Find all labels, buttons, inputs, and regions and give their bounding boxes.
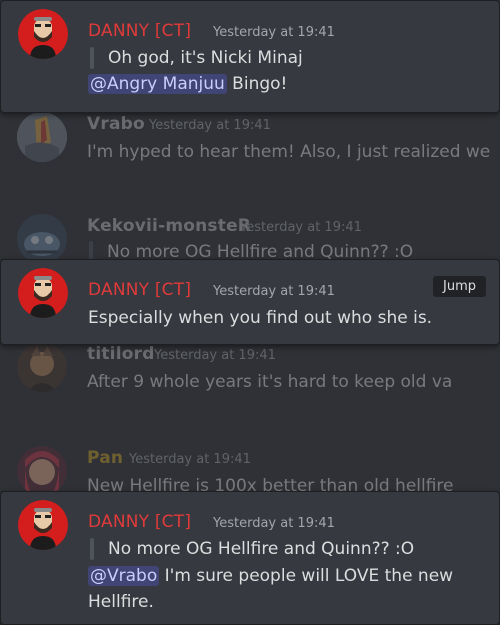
avatar-danny[interactable] <box>18 268 68 318</box>
message-text: Especially when you find out who she is. <box>88 308 433 328</box>
message-card-danny-2: DANNY [CT] Yesterday at 19:41 Jump Espec… <box>0 259 500 345</box>
user-mention[interactable]: @Angry Manjuu <box>88 74 227 94</box>
message-pan: Pan Yesterday at 19:41 New Hellfire is 1… <box>0 444 500 496</box>
message-text: @Angry Manjuu Bingo! <box>88 74 287 94</box>
timestamp: Yesterday at 19:41 <box>213 25 335 40</box>
message-card-danny-1: DANNY [CT] Yesterday at 19:41 Oh god, it… <box>0 0 500 113</box>
quoted-text: Oh god, it's Nicki Minaj <box>108 48 303 68</box>
timestamp: Yesterday at 19:41 <box>154 348 276 363</box>
author-name[interactable]: Pan <box>87 448 123 468</box>
author-name[interactable]: DANNY [CT] <box>88 280 191 300</box>
timestamp: Yesterday at 19:41 <box>240 220 362 235</box>
author-name[interactable]: titilord <box>87 344 155 364</box>
message-titilord: titilord Yesterday at 19:41 After 9 whol… <box>0 342 500 402</box>
message-body: Bingo! <box>226 74 288 94</box>
author-name[interactable]: Vrabo <box>87 114 145 134</box>
timestamp: Yesterday at 19:41 <box>149 118 271 133</box>
timestamp: Yesterday at 19:41 <box>129 452 251 467</box>
jump-button[interactable]: Jump <box>433 276 486 297</box>
timestamp: Yesterday at 19:41 <box>213 284 335 299</box>
avatar-danny[interactable] <box>18 9 68 59</box>
timestamp: Yesterday at 19:41 <box>213 516 335 531</box>
quote-bar <box>90 538 94 560</box>
quoted-text: No more OG Hellfire and Quinn?? :O <box>108 539 415 559</box>
message-text: I'm hyped to hear them! Also, I just rea… <box>87 142 491 162</box>
avatar-kekovii[interactable] <box>17 214 67 264</box>
quote-bar <box>90 47 94 69</box>
author-name[interactable]: Kekovii-monsteR <box>87 216 251 236</box>
avatar-titilord[interactable] <box>17 342 67 392</box>
message-text: After 9 whole years it's hard to keep ol… <box>87 372 453 392</box>
message-vrabo: Vrabo Yesterday at 19:41 I'm hyped to he… <box>0 112 500 192</box>
user-mention[interactable]: @Vrabo <box>88 566 160 586</box>
message-text: @Vrabo I'm sure people will LOVE the new… <box>88 563 483 615</box>
avatar-pan[interactable] <box>17 446 67 496</box>
avatar-vrabo[interactable] <box>17 112 67 162</box>
avatar-danny[interactable] <box>18 500 68 550</box>
author-name[interactable]: DANNY [CT] <box>88 21 191 41</box>
author-name[interactable]: DANNY [CT] <box>88 512 191 532</box>
message-card-danny-3: DANNY [CT] Yesterday at 19:41 No more OG… <box>0 491 500 625</box>
